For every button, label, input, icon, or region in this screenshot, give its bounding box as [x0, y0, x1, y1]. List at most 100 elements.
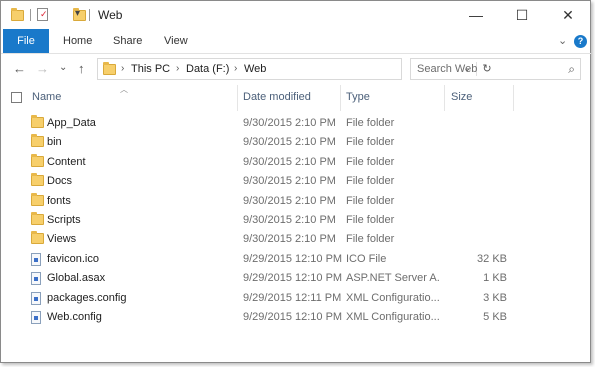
up-button[interactable]: ↑ — [78, 61, 85, 76]
file-date: 9/30/2015 2:10 PM — [243, 233, 336, 246]
chevron-right-icon[interactable]: › — [176, 63, 179, 74]
file-type: ASP.NET Server A... — [346, 272, 440, 285]
separator — [89, 9, 90, 21]
file-name: Scripts — [47, 214, 81, 226]
file-icon — [31, 252, 41, 266]
sort-ascending-icon: ︿ — [120, 85, 128, 94]
expand-ribbon-icon[interactable]: ⌄ — [558, 34, 567, 47]
column-divider[interactable] — [340, 85, 341, 111]
file-type: ICO File — [346, 252, 387, 265]
column-headers: ︿ Name Date modified Type Size — [1, 85, 591, 111]
file-date: 9/29/2015 12:10 PM — [243, 252, 343, 265]
search-input[interactable]: Search Web — [417, 63, 477, 75]
folder-icon — [31, 173, 44, 187]
folder-icon — [31, 231, 44, 245]
file-type: File folder — [346, 155, 395, 168]
file-name: Web.config — [47, 311, 102, 323]
forward-button[interactable]: → — [36, 61, 49, 76]
navigation-bar: ← → ⌄ ↑ › This PC › Data (F:) › Web ⌄ ↻ … — [1, 53, 591, 85]
search-box[interactable]: Search Web ⌕ — [410, 58, 581, 80]
help-icon[interactable]: ? — [574, 35, 587, 48]
close-button[interactable]: ✕ — [545, 1, 591, 29]
folder-icon — [31, 153, 44, 167]
file-name: App_Data — [47, 117, 96, 129]
file-size: 1 KB — [483, 272, 507, 285]
list-item[interactable]: Scripts 9/30/2015 2:10 PM File folder — [1, 211, 591, 230]
file-type: File folder — [346, 117, 395, 129]
list-item[interactable]: Docs 9/30/2015 2:10 PM File folder — [1, 172, 591, 191]
address-bar[interactable]: › This PC › Data (F:) › Web ⌄ ↻ — [97, 58, 492, 80]
title-bar: ✓ ▾ Web — ☐ ✕ — [1, 1, 591, 29]
file-name: Docs — [47, 175, 73, 188]
file-date: 9/30/2015 2:10 PM — [243, 194, 336, 207]
file-icon — [31, 311, 41, 324]
file-date: 9/30/2015 2:10 PM — [243, 136, 336, 149]
list-item[interactable]: Web.config 9/29/2015 12:10 PM XML Config… — [1, 308, 591, 327]
file-icon — [31, 291, 41, 305]
folder-icon — [31, 115, 44, 128]
file-name: favicon.ico — [47, 252, 99, 265]
folder-icon — [11, 8, 24, 21]
file-date: 9/30/2015 2:10 PM — [243, 175, 336, 188]
file-name: bin — [47, 136, 62, 149]
folder-icon — [31, 134, 44, 148]
select-all-checkbox[interactable] — [11, 92, 22, 103]
ribbon-tabs: File Home Share View ⌄ ? — [1, 29, 591, 54]
folder-icon — [103, 62, 116, 75]
tab-share[interactable]: Share — [113, 29, 142, 53]
list-item[interactable]: packages.config 9/29/2015 12:11 PM XML C… — [1, 289, 591, 308]
back-button[interactable]: ← — [13, 61, 26, 76]
explorer-window: ✓ ▾ Web — ☐ ✕ File Home Share View ⌄ ? ←… — [0, 0, 591, 363]
column-divider[interactable] — [513, 85, 514, 111]
file-type: File folder — [346, 214, 395, 226]
file-date: 9/30/2015 2:10 PM — [243, 214, 336, 226]
tab-home[interactable]: Home — [63, 29, 92, 53]
maximize-button[interactable]: ☐ — [499, 1, 545, 29]
breadcrumb-data-drive[interactable]: Data (F:) — [186, 63, 229, 75]
window-title: Web — [98, 8, 123, 22]
customize-quick-access-icon[interactable]: ▾ — [75, 8, 80, 19]
breadcrumb-this-pc[interactable]: This PC — [131, 63, 170, 75]
file-name: Views — [47, 233, 77, 246]
list-item[interactable]: Global.asax 9/29/2015 12:10 PM ASP.NET S… — [1, 269, 591, 288]
file-type: XML Configuratio... — [346, 311, 440, 323]
file-name: Global.asax — [47, 272, 106, 285]
list-item[interactable]: Views 9/30/2015 2:10 PM File folder — [1, 230, 591, 249]
breadcrumb-web[interactable]: Web — [244, 63, 266, 75]
recent-locations-icon[interactable]: ⌄ — [59, 62, 67, 73]
chevron-right-icon[interactable]: › — [121, 63, 124, 74]
file-size: 5 KB — [483, 311, 507, 323]
list-item[interactable]: fonts 9/30/2015 2:10 PM File folder — [1, 192, 591, 211]
properties-icon[interactable]: ✓ — [37, 8, 48, 21]
file-date: 9/29/2015 12:10 PM — [243, 311, 343, 323]
file-date: 9/29/2015 12:10 PM — [243, 272, 343, 285]
folder-icon — [31, 212, 44, 225]
list-item[interactable]: App_Data 9/30/2015 2:10 PM File folder — [1, 114, 591, 133]
list-item[interactable]: bin 9/30/2015 2:10 PM File folder — [1, 133, 591, 152]
file-type: File folder — [346, 175, 395, 188]
file-type: XML Configuratio... — [346, 291, 440, 304]
file-type: File folder — [346, 136, 395, 149]
file-date: 9/30/2015 2:10 PM — [243, 155, 336, 168]
minimize-button[interactable]: — — [453, 1, 499, 29]
file-name: fonts — [47, 194, 71, 207]
search-icon[interactable]: ⌕ — [568, 62, 575, 77]
column-header-type[interactable]: Type — [346, 91, 370, 103]
column-divider[interactable] — [444, 85, 445, 111]
chevron-right-icon[interactable]: › — [234, 63, 237, 74]
column-header-size[interactable]: Size — [451, 91, 472, 103]
column-header-name[interactable]: Name — [32, 91, 61, 103]
tab-view[interactable]: View — [164, 29, 188, 53]
file-name: Content — [47, 155, 86, 168]
file-type: File folder — [346, 233, 395, 246]
tab-file[interactable]: File — [3, 29, 49, 53]
file-size: 3 KB — [483, 291, 507, 304]
file-type: File folder — [346, 194, 395, 207]
file-icon — [31, 272, 41, 286]
list-item[interactable]: Content 9/30/2015 2:10 PM File folder — [1, 153, 591, 172]
file-size: 32 KB — [477, 252, 507, 265]
list-item[interactable]: favicon.ico 9/29/2015 12:10 PM ICO File … — [1, 250, 591, 269]
file-name: packages.config — [47, 291, 127, 304]
column-header-date[interactable]: Date modified — [243, 91, 311, 103]
column-divider[interactable] — [237, 85, 238, 111]
